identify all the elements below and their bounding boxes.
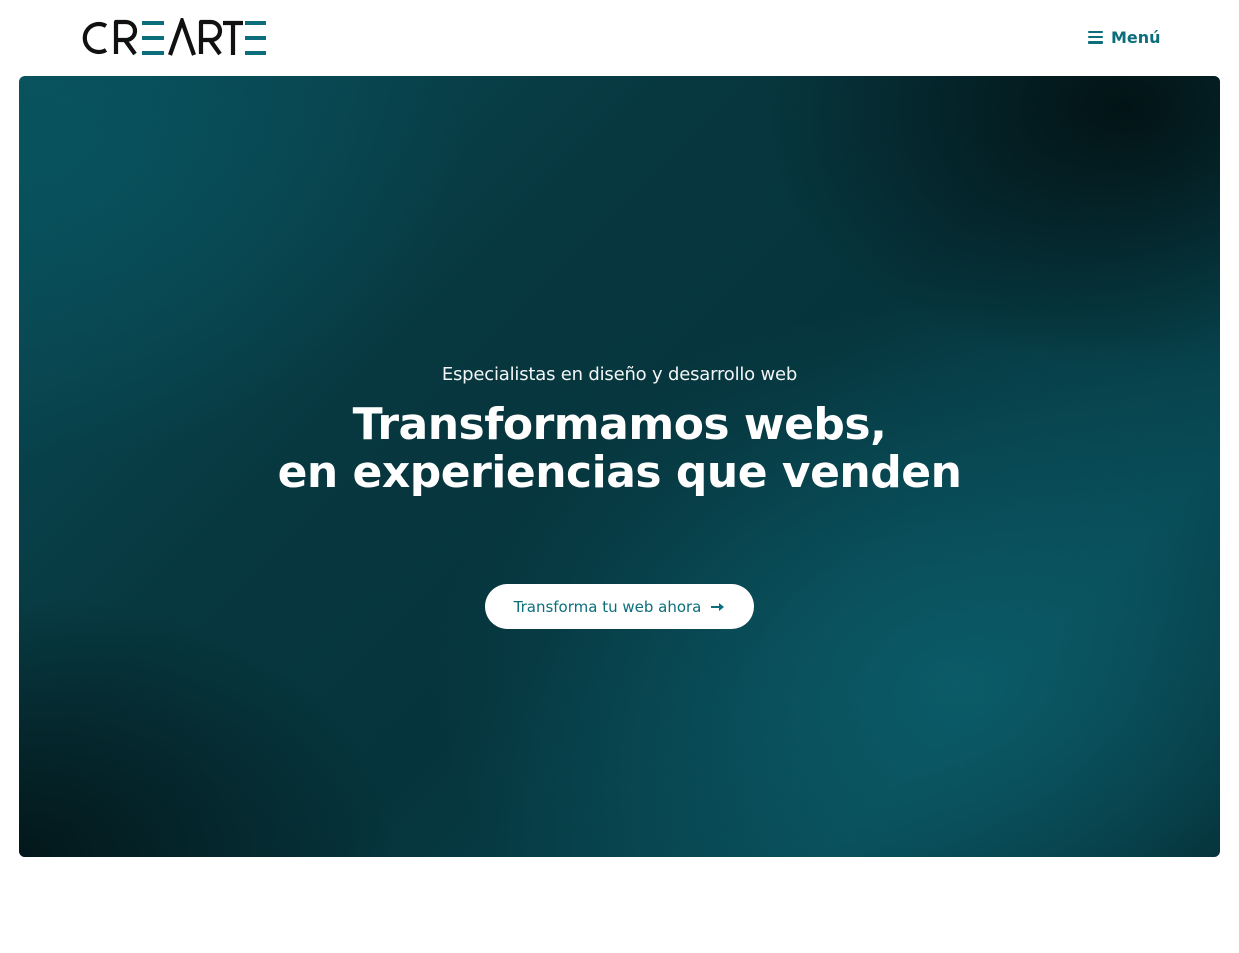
cta-label: Transforma tu web ahora [513,597,702,616]
hamburger-icon [1088,30,1103,44]
arrow-right-icon [711,602,725,611]
hero-headline: Transformamos webs, en experiencias que … [19,401,1220,497]
menu-label: Menú [1111,27,1161,47]
hero-headline-line1: Transformamos webs, [352,399,887,450]
hero-headline-line2: en experiencias que venden [277,447,962,498]
hero-content: Especialistas en diseño y desarrollo web… [19,364,1220,497]
menu-button[interactable]: Menú [1088,26,1161,48]
hero-section: Especialistas en diseño y desarrollo web… [19,76,1220,857]
hero-eyebrow: Especialistas en diseño y desarrollo web [441,364,798,385]
site-header: Menú [0,0,1239,76]
cta-button[interactable]: Transforma tu web ahora [485,584,754,629]
logo[interactable] [80,18,268,58]
logo-wordmark [82,18,266,56]
